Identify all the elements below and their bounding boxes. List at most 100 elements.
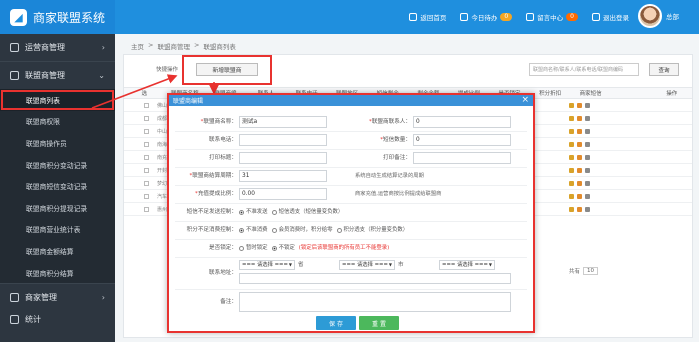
column-header <box>611 88 652 98</box>
sidebar-item-amount-settlement[interactable]: 联盟商金额结算 <box>0 240 115 262</box>
address-input[interactable] <box>239 273 511 284</box>
row-checkbox[interactable] <box>144 142 149 147</box>
sms-radio-deny[interactable]: 不准发送 <box>239 206 268 218</box>
save-button[interactable]: 保 存 <box>316 316 356 330</box>
modal-header[interactable]: 联盟商编辑 × <box>169 95 533 106</box>
delete-icon[interactable] <box>585 194 590 199</box>
name-input[interactable]: 测试a <box>239 116 327 128</box>
province-select[interactable]: === 请选择 === <box>239 260 295 270</box>
district-select[interactable]: === 请选择 === <box>439 260 495 270</box>
lock-icon[interactable] <box>577 181 582 186</box>
print-remark-input[interactable] <box>413 152 511 164</box>
edit-icon[interactable] <box>569 168 574 173</box>
edit-icon[interactable] <box>569 142 574 147</box>
sms-input[interactable]: 0 <box>413 134 511 146</box>
edit-icon[interactable] <box>569 194 574 199</box>
city-select[interactable]: === 请选择 === <box>339 260 395 270</box>
divider <box>175 289 527 290</box>
delete-icon[interactable] <box>585 155 590 160</box>
lock-icon[interactable] <box>577 155 582 160</box>
lock-radio-temporary[interactable]: 暂时锁定 <box>239 242 268 254</box>
row-checkbox[interactable] <box>144 194 149 199</box>
breadcrumb-section[interactable]: 联盟商管理 <box>157 41 190 51</box>
lock-radio-unlocked[interactable]: 不锁定 <box>271 242 295 254</box>
sidebar-item-alliance-list[interactable]: 联盟商列表 <box>0 89 115 111</box>
user-menu[interactable]: 总部 <box>638 4 679 28</box>
settle-label-text: 联盟商结算周期： <box>192 173 237 179</box>
column-header[interactable]: 商家短信 <box>570 88 611 98</box>
column-header[interactable]: 积分折扣 <box>530 88 571 98</box>
lock-icon[interactable] <box>577 142 582 147</box>
sidebar-item-withdraw-records[interactable]: 联盟商积分提现记录 <box>0 196 115 219</box>
points-radio-zero[interactable]: 会员消费时，积分给零 <box>271 224 333 236</box>
delete-icon[interactable] <box>585 116 590 121</box>
delete-icon[interactable] <box>585 142 590 147</box>
lock-icon[interactable] <box>577 129 582 134</box>
edit-icon[interactable] <box>569 155 574 160</box>
edit-icon[interactable] <box>569 181 574 186</box>
row-checkbox[interactable] <box>144 207 149 212</box>
column-header: 选 <box>141 91 148 97</box>
todo-link[interactable]: 今日待办 0 <box>460 12 513 22</box>
logout-link[interactable]: 退出登录 <box>592 12 629 22</box>
remark-textarea[interactable] <box>239 292 511 312</box>
sidebar-group-label: 运营商管理 <box>25 43 65 52</box>
delete-icon[interactable] <box>585 207 590 212</box>
edit-icon[interactable] <box>569 103 574 108</box>
delete-icon[interactable] <box>585 103 590 108</box>
messages-link[interactable]: 留言中心 0 <box>526 12 578 22</box>
edit-icon[interactable] <box>569 129 574 134</box>
edit-icon[interactable] <box>569 116 574 121</box>
row-checkbox[interactable] <box>144 181 149 186</box>
delete-icon[interactable] <box>585 168 590 173</box>
radio-label: 不锁定 <box>278 245 295 251</box>
row-checkbox[interactable] <box>144 155 149 160</box>
ratio-input[interactable]: 0.00 <box>239 188 327 200</box>
todo-badge: 0 <box>500 13 513 21</box>
sidebar-group-operators[interactable]: 运营商管理 › <box>0 34 115 61</box>
row-checkbox[interactable] <box>144 116 149 121</box>
row-actions <box>569 129 590 134</box>
sms-radio-overdraft[interactable]: 短信透支（短信量变负数） <box>271 206 343 218</box>
settle-input[interactable]: 31 <box>239 170 327 182</box>
print-title-input[interactable] <box>239 152 327 164</box>
sidebar-item-points-records[interactable]: 联盟商积分变动记录 <box>0 153 115 176</box>
reset-button[interactable]: 重 置 <box>359 316 399 330</box>
sidebar-item-business-stats[interactable]: 联盟商营业统计表 <box>0 218 115 241</box>
lock-icon[interactable] <box>577 207 582 212</box>
row-checkbox[interactable] <box>144 103 149 108</box>
sidebar-item-alliance-operators[interactable]: 联盟商操作员 <box>0 132 115 154</box>
phone-input[interactable] <box>239 134 327 146</box>
row-checkbox[interactable] <box>144 168 149 173</box>
form-row: 积分不足消费控制： 不准消费 会员消费时，积分给零 积分透支（积分量变负数） <box>175 224 527 240</box>
sidebar-group-alliance[interactable]: 联盟商管理 ⌄ <box>0 62 115 89</box>
add-alliance-button[interactable]: 新增联盟商 <box>196 63 258 76</box>
lock-icon[interactable] <box>577 116 582 121</box>
lock-icon[interactable] <box>577 168 582 173</box>
delete-icon[interactable] <box>585 129 590 134</box>
city-unit: 市 <box>398 262 404 268</box>
sidebar-item-sms-records[interactable]: 联盟商短信变动记录 <box>0 175 115 197</box>
close-icon[interactable]: × <box>521 95 529 106</box>
edit-icon[interactable] <box>569 207 574 212</box>
sidebar-group-stats[interactable]: 统计 <box>0 311 115 327</box>
brand[interactable]: ◢ 商家联盟系统 <box>0 0 115 34</box>
row-checkbox[interactable] <box>144 129 149 134</box>
page-size-select[interactable]: 10 <box>583 267 599 275</box>
sidebar-item-points-settlement[interactable]: 联盟商积分结算 <box>0 261 115 284</box>
home-link[interactable]: 返回首页 <box>409 12 446 22</box>
home-label: 返回首页 <box>420 14 447 22</box>
lock-icon[interactable] <box>577 194 582 199</box>
sidebar-item-alliance-permissions[interactable]: 联盟商权限 <box>0 110 115 133</box>
sidebar-group-merchants[interactable]: 商家管理 › <box>0 284 115 311</box>
lock-icon[interactable] <box>577 103 582 108</box>
search-input[interactable]: 联盟商名称/联系人/联系电话/联盟商编码 <box>529 63 639 76</box>
breadcrumb-home[interactable]: 主页 <box>131 41 144 51</box>
delete-icon[interactable] <box>585 181 590 186</box>
avatar[interactable] <box>638 4 662 28</box>
row-actions <box>569 207 590 212</box>
points-radio-deny[interactable]: 不准消费 <box>239 224 268 236</box>
points-radio-overdraft[interactable]: 积分透支（积分量变负数） <box>336 224 408 236</box>
contact-input[interactable]: 0 <box>413 116 511 128</box>
search-button[interactable]: 查询 <box>649 63 679 76</box>
